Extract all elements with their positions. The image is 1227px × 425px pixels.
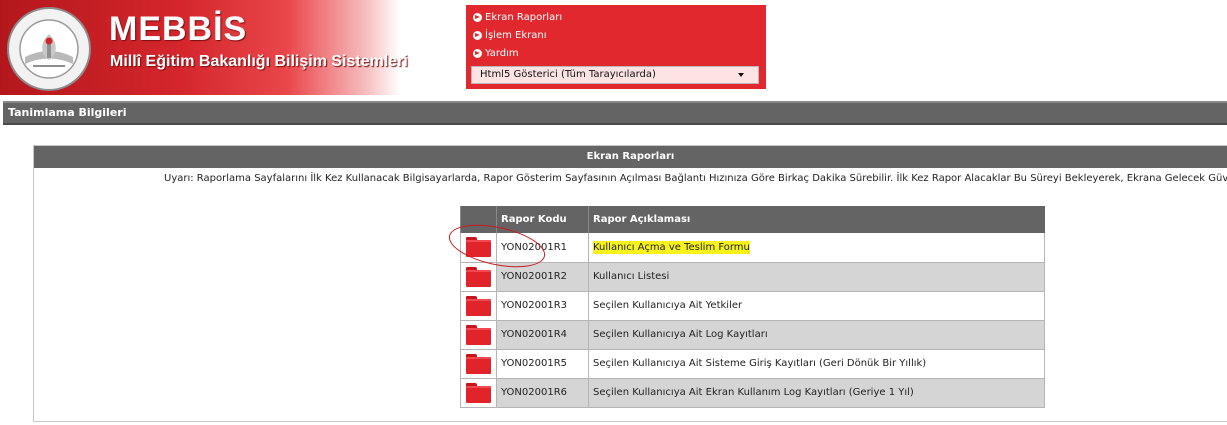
column-header-description: Rapor Açıklaması: [588, 206, 1045, 233]
report-code[interactable]: YON02001R6: [496, 378, 589, 408]
menu-item-yardim[interactable]: Yardım: [473, 45, 519, 61]
top-menu: Ekran Raporları İşlem Ekranı Yardım Html…: [466, 5, 766, 89]
warning-text: Uyarı: Raporlama Sayfalarını İlk Kez Kul…: [164, 173, 1227, 184]
report-description[interactable]: Seçilen Kullanıcıya Ait Yetkiler: [588, 291, 1045, 321]
table-row[interactable]: YON02001R3 Seçilen Kullanıcıya Ait Yetki…: [460, 291, 1045, 321]
report-description-cell[interactable]: Kullanıcı Açma ve Teslim Formu: [588, 233, 1045, 263]
viewer-select-value: Html5 Gösterici (Tüm Tarayıcılarda): [480, 69, 656, 80]
menu-item-label: Yardım: [485, 47, 519, 59]
brand-title: MEBBİS: [109, 10, 248, 48]
icon-cell: [460, 291, 497, 321]
reports-panel: Ekran Raporları Uyarı: Raporlama Sayfala…: [33, 145, 1227, 422]
report-code[interactable]: YON02001R4: [496, 320, 589, 350]
folder-icon[interactable]: [466, 353, 491, 374]
report-description[interactable]: Seçilen Kullanıcıya Ait Log Kayıtları: [588, 320, 1045, 350]
folder-icon[interactable]: [466, 382, 491, 403]
table-row[interactable]: YON02001R5 Seçilen Kullanıcıya Ait Siste…: [460, 349, 1045, 379]
table-row[interactable]: YON02001R6 Seçilen Kullanıcıya Ait Ekran…: [460, 378, 1045, 408]
page-title: Tanimlama Bilgileri: [8, 106, 127, 119]
report-code[interactable]: YON02001R5: [496, 349, 589, 379]
report-description[interactable]: Seçilen Kullanıcıya Ait Sisteme Giriş Ka…: [588, 349, 1045, 379]
menu-item-islem-ekrani[interactable]: İşlem Ekranı: [473, 27, 546, 43]
arrow-circle-icon: [473, 30, 482, 40]
chevron-down-icon: [738, 73, 744, 77]
ministry-logo-icon[interactable]: [6, 6, 92, 92]
arrow-circle-icon: [473, 12, 482, 22]
icon-cell: [460, 378, 497, 408]
header: MEBBİS Millî Eğitim Bakanlığı Bilişim Si…: [0, 0, 1227, 97]
menu-item-ekran-raporlari[interactable]: Ekran Raporları: [473, 9, 562, 25]
report-code[interactable]: YON02001R3: [496, 291, 589, 321]
table-header-row: Rapor Kodu Rapor Açıklaması: [460, 206, 1045, 233]
arrow-circle-icon: [473, 48, 482, 58]
brand-subtitle: Millî Eğitim Bakanlığı Bilişim Sistemler…: [110, 53, 408, 70]
table-row[interactable]: YON02001R2 Kullanıcı Listesi: [460, 262, 1045, 292]
icon-cell: [460, 320, 497, 350]
reports-table: Rapor Kodu Rapor Açıklaması YON02001R1 K…: [460, 206, 1045, 408]
panel-title: Ekran Raporları: [34, 146, 1227, 168]
mebbis-banner: MEBBİS Millî Eğitim Bakanlığı Bilişim Si…: [0, 0, 408, 95]
report-description[interactable]: Kullanıcı Açma ve Teslim Formu: [593, 240, 750, 254]
icon-cell: [460, 262, 497, 292]
menu-item-label: İşlem Ekranı: [485, 29, 547, 41]
table-row[interactable]: YON02001R4 Seçilen Kullanıcıya Ait Log K…: [460, 320, 1045, 350]
folder-icon[interactable]: [466, 324, 491, 345]
icon-cell: [460, 349, 497, 379]
folder-icon[interactable]: [466, 295, 491, 316]
report-description[interactable]: Seçilen Kullanıcıya Ait Ekran Kullanım L…: [588, 378, 1045, 408]
folder-icon[interactable]: [466, 266, 491, 287]
viewer-select[interactable]: Html5 Gösterici (Tüm Tarayıcılarda): [471, 66, 759, 84]
report-description[interactable]: Kullanıcı Listesi: [588, 262, 1045, 292]
menu-item-label: Ekran Raporları: [485, 11, 563, 23]
page-title-bar: Tanimlama Bilgileri: [3, 101, 1227, 125]
table-row[interactable]: YON02001R1 Kullanıcı Açma ve Teslim Form…: [460, 233, 1045, 263]
